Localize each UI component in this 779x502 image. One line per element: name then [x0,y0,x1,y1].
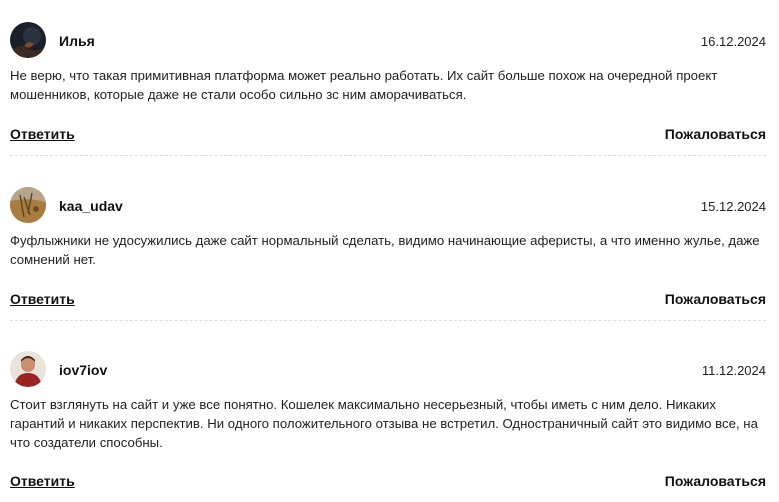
comment-divider [10,155,766,156]
comment-header: Илья 16.12.2024 [10,22,766,60]
report-link[interactable]: Пожаловаться [665,126,766,142]
comment-header: iov7iov 11.12.2024 [10,351,766,389]
reply-link[interactable]: Ответить [10,126,75,142]
reply-link[interactable]: Ответить [10,291,75,307]
comment-author[interactable]: kaa_udav [59,198,123,214]
report-link[interactable]: Пожаловаться [665,291,766,307]
comment-date: 16.12.2024 [700,34,766,49]
comment-item: Илья 16.12.2024 Не верю, что такая прими… [10,22,766,156]
comment-author[interactable]: Илья [59,33,95,49]
comment-item: iov7iov 11.12.2024 Стоит взглянуть на са… [10,351,766,489]
report-link[interactable]: Пожаловаться [665,473,766,489]
comment-text: Не верю, что такая примитивная платформа… [10,68,718,102]
comment-actions: Ответить Пожаловаться [10,473,766,491]
comment-date: 11.12.2024 [701,363,766,378]
comment-actions: Ответить Пожаловаться [10,126,766,144]
comment-item: kaa_udav 15.12.2024 Фуфлыжники не удосуж… [10,187,766,321]
user-avatar-icon[interactable] [10,22,46,58]
comment-text: Фуфлыжники не удосужились даже сайт норм… [10,233,760,267]
reply-link[interactable]: Ответить [10,473,75,489]
user-avatar-icon[interactable] [10,351,46,387]
comment-header: kaa_udav 15.12.2024 [10,187,766,225]
comment-author[interactable]: iov7iov [59,362,107,378]
comment-divider [10,320,766,321]
comments-list: Илья 16.12.2024 Не верю, что такая прими… [0,0,779,502]
user-avatar-icon[interactable] [10,187,46,223]
comment-actions: Ответить Пожаловаться [10,291,766,309]
comment-date: 15.12.2024 [700,199,766,214]
comment-text: Стоит взглянуть на сайт и уже все понятн… [10,397,758,450]
